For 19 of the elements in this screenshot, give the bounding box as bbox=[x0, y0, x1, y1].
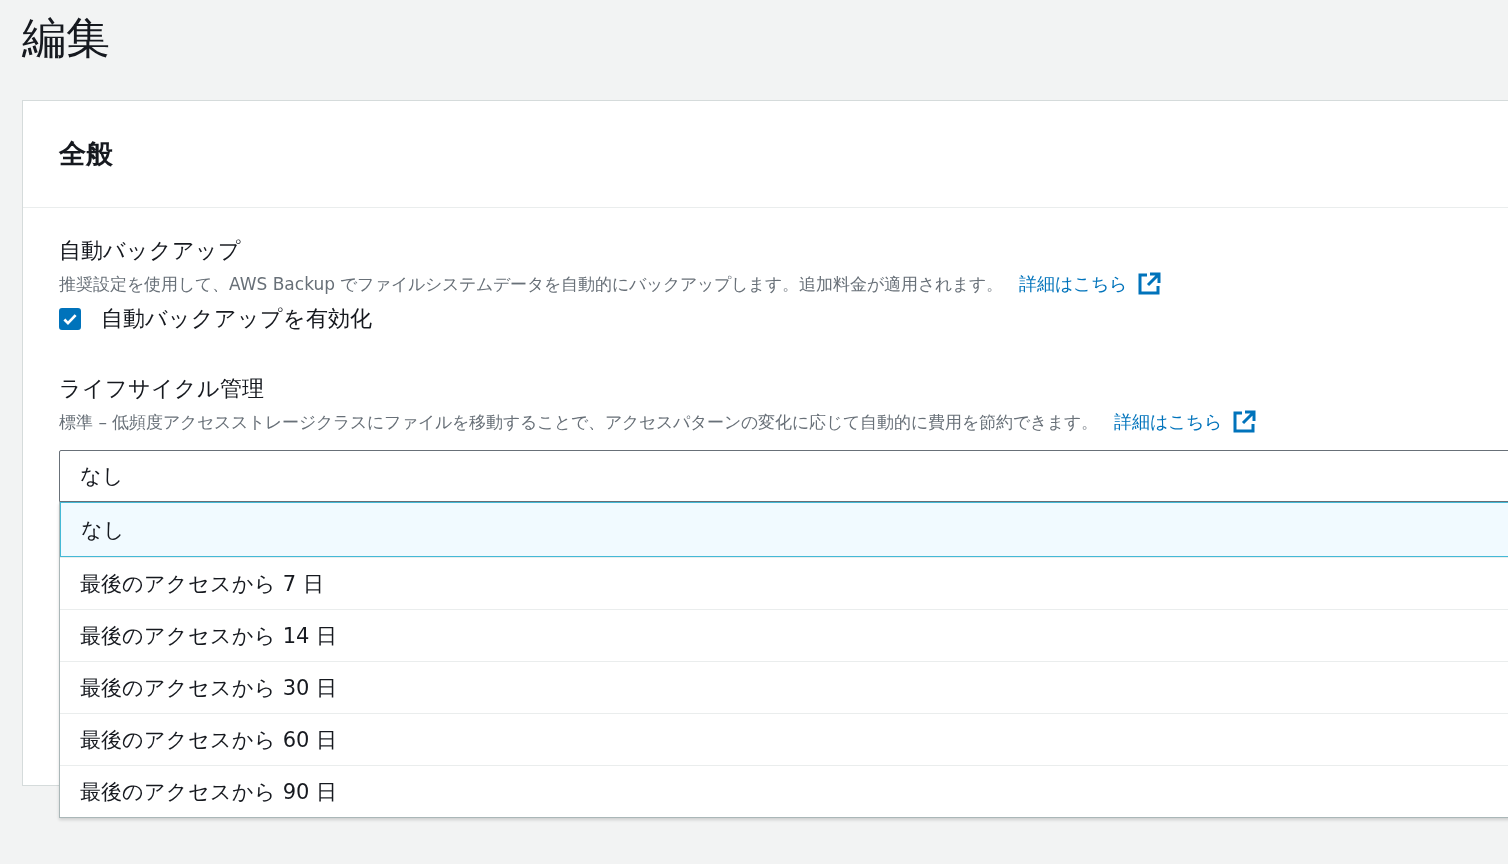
field-description: 推奨設定を使用して、AWS Backup でファイルシステムデータを自動的にバックアップします。追加料金が適用されます。 bbox=[59, 273, 1004, 296]
dropdown-option[interactable]: 最後のアクセスから 30 日 bbox=[60, 661, 1508, 713]
field-label: ライフサイクル管理 bbox=[59, 375, 265, 403]
field-label: 自動バックアップ bbox=[59, 237, 242, 265]
external-link-icon bbox=[1232, 410, 1257, 434]
external-link-icon bbox=[1137, 272, 1162, 296]
dropdown-option[interactable]: 最後のアクセスから 14 日 bbox=[60, 609, 1508, 661]
checkbox-label: 自動バックアップを有効化 bbox=[101, 305, 372, 333]
page-title: 編集 bbox=[22, 11, 111, 65]
checkbox[interactable] bbox=[59, 308, 81, 330]
select-field[interactable]: なし bbox=[59, 450, 1508, 502]
learn-more-link[interactable]: 詳細はこちら bbox=[1019, 270, 1128, 298]
dropdown-option[interactable]: 最後のアクセスから 7 日 bbox=[60, 557, 1508, 609]
dropdown-option[interactable]: なし bbox=[60, 502, 1508, 557]
dropdown-option[interactable]: 最後のアクセスから 90 日 bbox=[60, 765, 1508, 817]
learn-more-link[interactable]: 詳細はこちら bbox=[1114, 408, 1223, 436]
section-title: 全般 bbox=[59, 137, 113, 171]
field-description: 標準 – 低頻度アクセスストレージクラスにファイルを移動することで、アクセスパターンの変化に応じて自動的に費用を節約できます。 bbox=[59, 411, 1099, 434]
dropdown-option[interactable]: 最後のアクセスから 60 日 bbox=[60, 713, 1508, 765]
